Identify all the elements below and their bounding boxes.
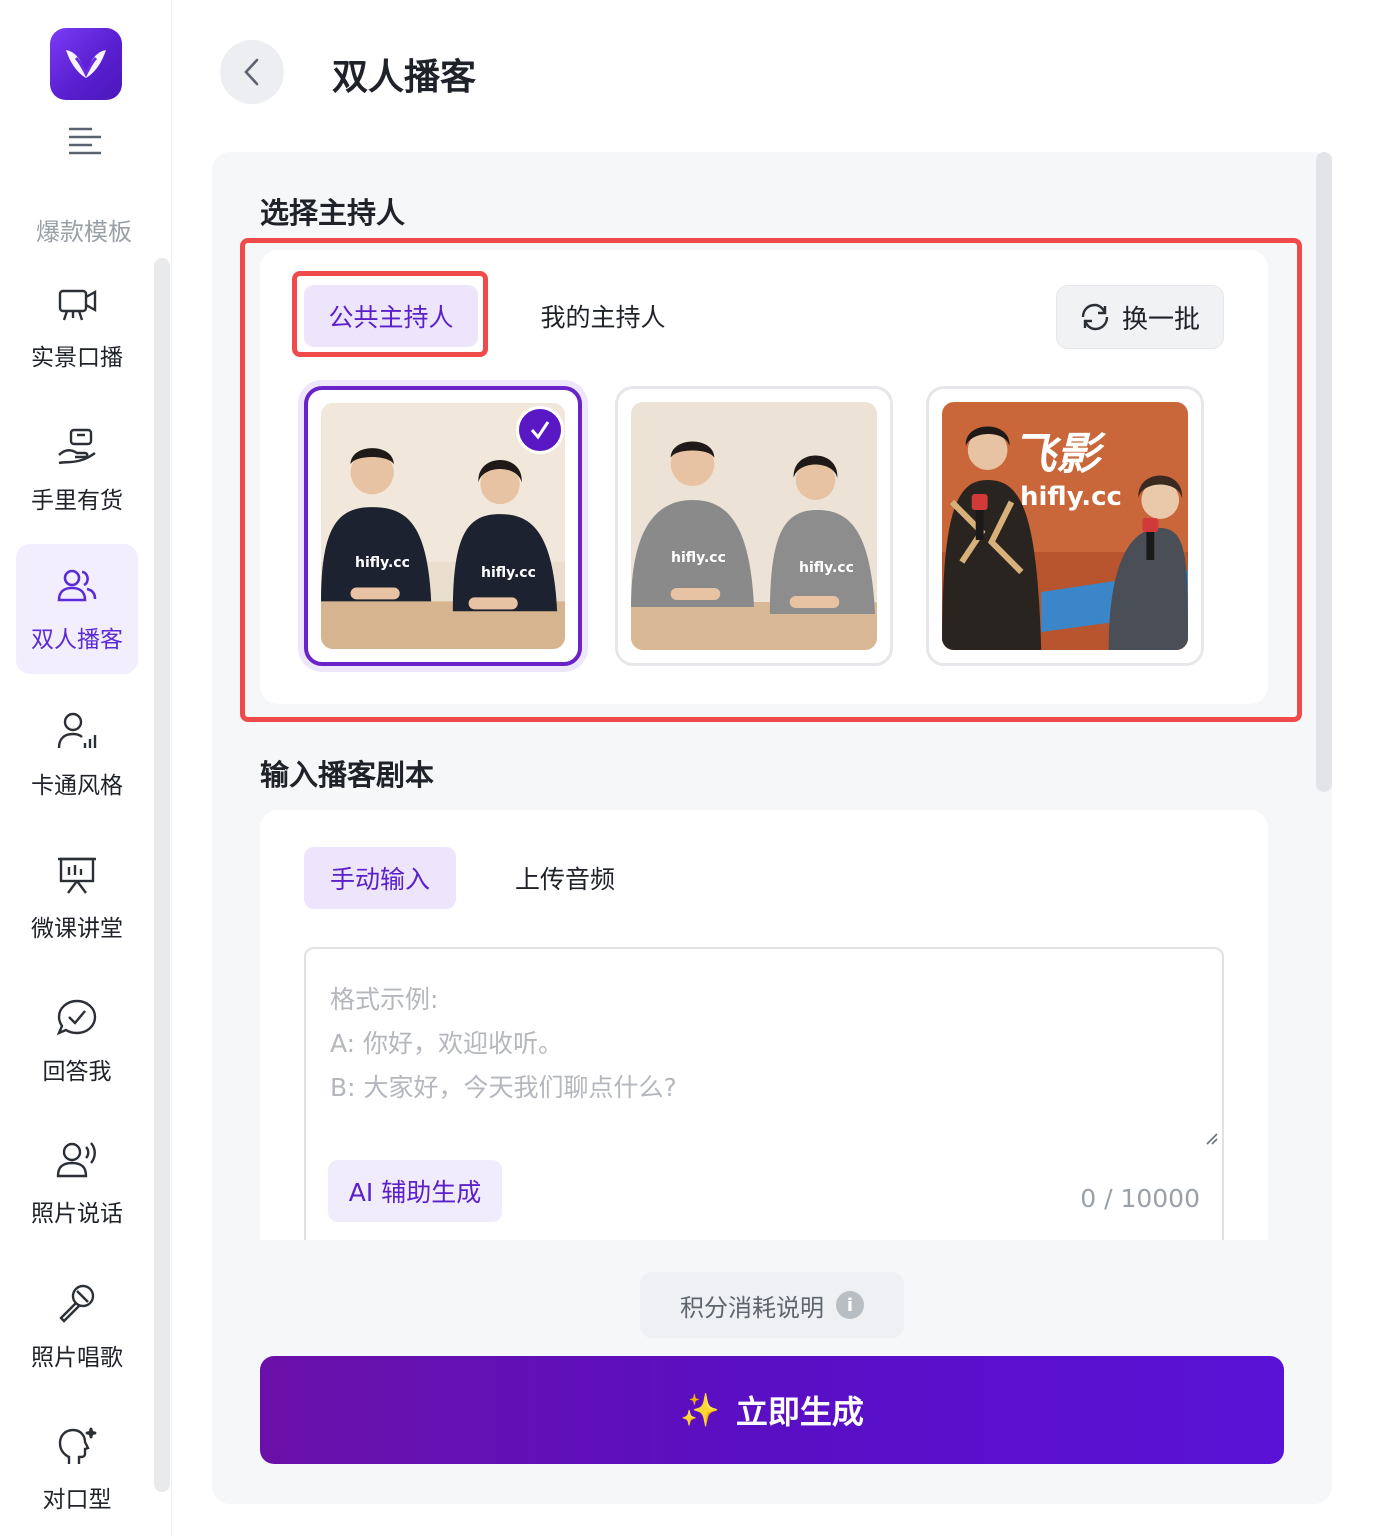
tab-upload-audio[interactable]: 上传音频	[496, 847, 634, 909]
sidebar-item-label: 微课讲堂	[31, 916, 123, 942]
microphone-icon	[59, 1284, 95, 1323]
placeholder-line: 格式示例:	[330, 985, 439, 1014]
points-cost-info-button[interactable]: 积分消耗说明 i	[640, 1272, 904, 1338]
host-option-1[interactable]: hifly.cc hifly.cc	[304, 386, 582, 666]
chat-check-icon	[56, 999, 97, 1036]
sidebar-scrollbar[interactable]	[154, 258, 170, 1492]
cost-label: 积分消耗说明	[680, 1293, 824, 1322]
sidebar-item-photo-sing[interactable]: 照片唱歌	[16, 1262, 138, 1392]
host-option-3[interactable]: 飞影 hifly.cc	[926, 386, 1204, 666]
script-section-heading: 输入播客剧本	[260, 758, 435, 792]
host-photo: 飞影 hifly.cc	[942, 402, 1188, 650]
info-icon: i	[836, 1291, 864, 1319]
sidebar-item-dual-podcast[interactable]: 双人播客	[16, 544, 138, 674]
sidebar-item-label: 照片说话	[31, 1201, 123, 1227]
main-scrollbar[interactable]	[1316, 152, 1332, 792]
camera-screen-icon	[58, 289, 97, 321]
sidebar-item-label: 照片唱歌	[31, 1345, 123, 1371]
resize-handle-icon[interactable]	[1203, 1130, 1219, 1146]
selected-check-icon	[516, 406, 564, 454]
shirt-text: hifly.cc	[671, 550, 726, 566]
person-voice-icon	[56, 1142, 96, 1178]
sidebar: 爆款模板 实景口播 手里有货 双人播客 卡通风格 微课讲堂 回答我 照片说话 照…	[0, 0, 172, 1536]
placeholder-line: A: 你好，欢迎收听。	[330, 1029, 564, 1058]
shirt-text: hifly.cc	[799, 560, 854, 576]
refresh-label: 换一批	[1121, 304, 1200, 335]
generate-now-button[interactable]: ✨ 立即生成	[260, 1356, 1284, 1464]
banner-text: 飞影	[1012, 429, 1100, 480]
page-title: 双人播客	[332, 57, 477, 98]
host-option-2[interactable]: hifly.cc hifly.cc	[615, 386, 893, 666]
host-section-heading: 选择主持人	[260, 196, 406, 230]
char-count: 0 / 10000	[1080, 1184, 1200, 1213]
tab-manual-input[interactable]: 手动输入	[304, 847, 456, 909]
host-photo: hifly.cc hifly.cc	[631, 402, 877, 650]
head-sparkle-icon	[58, 1427, 97, 1464]
shirt-text: hifly.cc	[481, 565, 536, 581]
sidebar-item-lip-sync[interactable]: 对口型	[16, 1404, 138, 1534]
sidebar-item-live-broadcast[interactable]: 实景口播	[16, 262, 138, 392]
ai-assist-button[interactable]: AI 辅助生成	[328, 1160, 502, 1222]
chevron-left-icon	[244, 58, 259, 86]
sparkle-icon: ✨	[680, 1391, 720, 1429]
refresh-icon	[1081, 303, 1109, 331]
menu-icon[interactable]	[68, 126, 102, 156]
app-logo-icon[interactable]	[50, 28, 122, 100]
shirt-text: hifly.cc	[355, 555, 410, 571]
refresh-batch-button[interactable]: 换一批	[1056, 285, 1224, 349]
person-signal-icon	[57, 712, 97, 749]
tab-highlight-box	[292, 271, 488, 357]
two-people-icon	[57, 569, 97, 602]
sidebar-item-micro-lecture[interactable]: 微课讲堂	[16, 833, 138, 963]
banner-subtext: hifly.cc	[1020, 482, 1122, 512]
hand-product-icon	[58, 428, 96, 465]
sidebar-item-answer-me[interactable]: 回答我	[16, 976, 138, 1106]
placeholder-line: B: 大家好，今天我们聊点什么?	[330, 1073, 677, 1102]
presentation-board-icon	[58, 857, 96, 894]
back-button[interactable]	[220, 40, 284, 104]
sidebar-item-cartoon-style[interactable]: 卡通风格	[16, 690, 138, 820]
sidebar-item-label: 卡通风格	[31, 773, 123, 799]
sidebar-item-label: 双人播客	[31, 627, 123, 653]
sidebar-item-label: 回答我	[42, 1059, 112, 1085]
tab-my-hosts[interactable]: 我的主持人	[520, 285, 686, 347]
generate-label: 立即生成	[735, 1393, 864, 1431]
sidebar-section-label: 爆款模板	[36, 218, 132, 246]
sidebar-item-label: 实景口播	[31, 345, 123, 371]
sidebar-item-photo-talk[interactable]: 照片说话	[16, 1118, 138, 1248]
sidebar-item-label: 对口型	[42, 1487, 112, 1513]
sidebar-item-product-in-hand[interactable]: 手里有货	[16, 405, 138, 535]
sidebar-item-label: 手里有货	[31, 488, 123, 514]
